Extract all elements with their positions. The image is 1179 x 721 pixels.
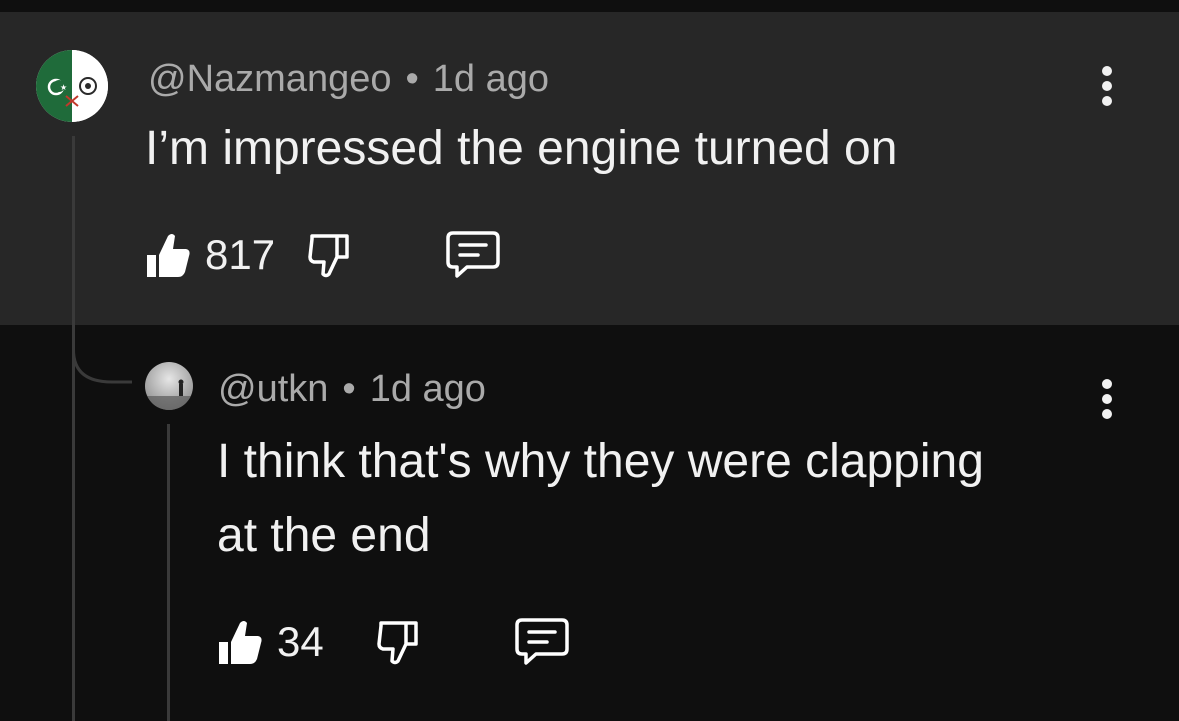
thumbs-down-icon[interactable] [376,618,422,666]
author-name[interactable]: @utkn [218,368,328,410]
reply-thread-line [167,424,170,721]
comment-header: @Nazmangeo • 1d ago [148,58,549,101]
comment-text: I’m impressed the engine turned on [145,122,898,175]
timestamp[interactable]: 1d ago [433,58,549,100]
timestamp[interactable]: 1d ago [370,368,486,410]
thumbs-up-icon[interactable] [217,618,263,666]
thread-connector [72,320,132,384]
separator: • [342,368,356,410]
comment-icon[interactable] [445,230,501,280]
avatar[interactable]: ★ [36,50,108,122]
thumbs-down-icon[interactable] [307,231,353,279]
comment-icon[interactable] [514,617,570,667]
more-vertical-icon[interactable] [1097,66,1117,106]
reply-actions: 34 [217,617,570,667]
comment-actions: 817 [145,230,501,280]
reply-header: @utkn • 1d ago [218,368,486,411]
avatar-flag-icon: ★ [36,50,108,122]
thread-line [72,136,75,721]
svg-text:★: ★ [60,83,67,92]
author-name[interactable]: @Nazmangeo [148,58,391,100]
like-count: 34 [277,618,324,665]
reply-text-line: at the end [217,509,431,562]
thumbs-up-icon[interactable] [145,231,191,279]
avatar[interactable] [145,362,193,410]
more-vertical-icon[interactable] [1097,379,1117,419]
reply-text-line: I think that's why they were clapping [217,435,984,488]
reply-text: I think that's why they were clapping at… [217,425,1137,573]
separator: • [405,58,419,100]
avatar-photo-icon [145,362,193,410]
top-divider [0,0,1179,12]
like-count: 817 [205,231,276,278]
